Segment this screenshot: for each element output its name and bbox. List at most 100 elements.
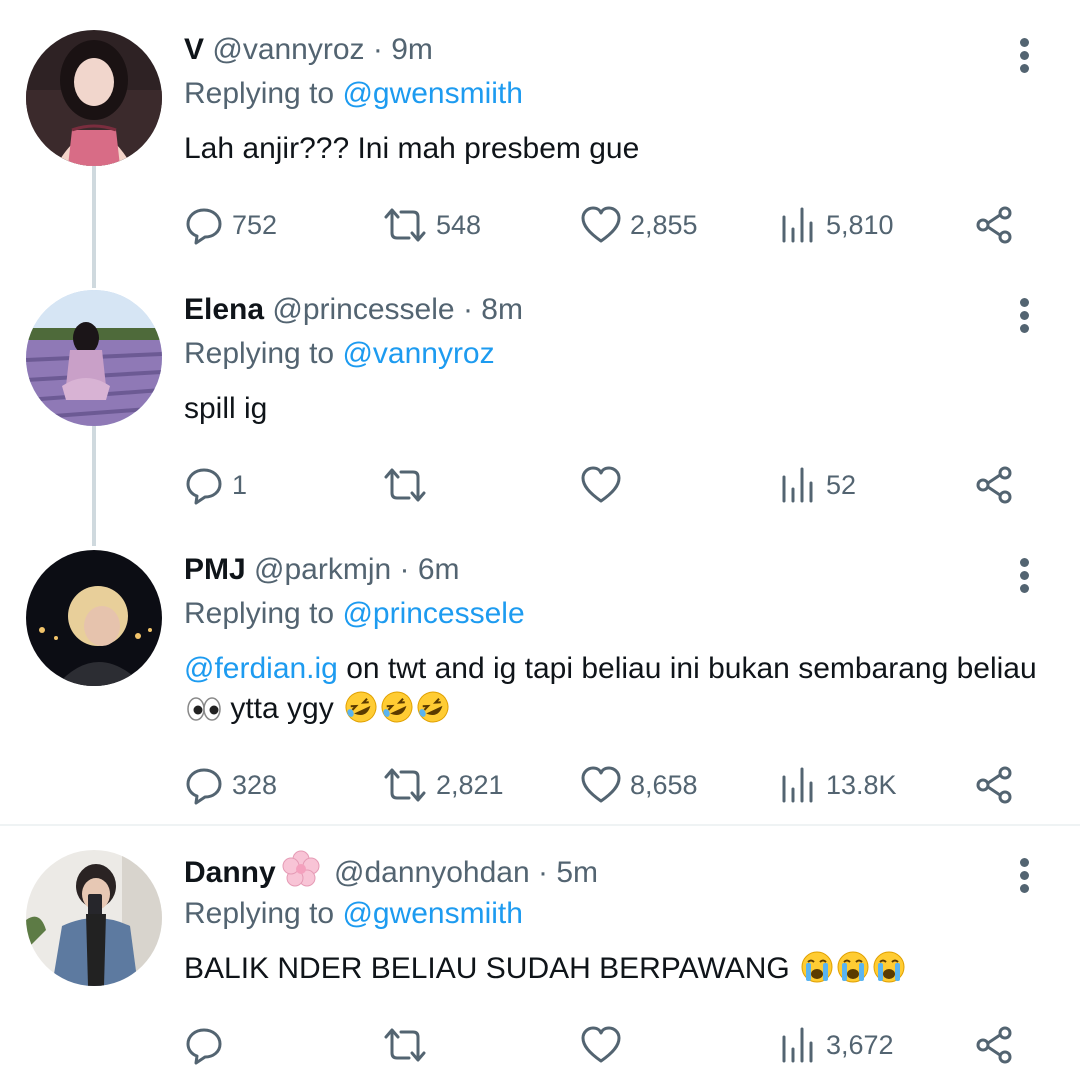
avatar[interactable]	[26, 290, 162, 426]
display-name[interactable]: PMJ	[184, 553, 246, 586]
tweet-text: spill ig	[184, 389, 1044, 429]
retweet-icon	[384, 208, 426, 242]
replying-to-mention[interactable]: @gwensmiith	[342, 897, 523, 930]
separator: ·	[462, 293, 473, 326]
retweet-button[interactable]: 548	[382, 200, 481, 250]
reply-button[interactable]: 1	[184, 460, 247, 510]
retweet-button[interactable]: 2,821	[382, 760, 504, 810]
share-button[interactable]	[974, 760, 1014, 810]
replying-to-label: Replying to	[184, 597, 335, 630]
share-icon	[976, 206, 1012, 244]
like-count: 2,855	[630, 209, 698, 240]
user-handle[interactable]: @princessele	[272, 293, 454, 326]
tweet-divider	[0, 824, 1080, 826]
views-icon	[782, 207, 813, 243]
user-handle[interactable]: @vannyroz	[212, 33, 364, 66]
tweet-header: Danny @dannyohdan · 5m	[184, 850, 598, 899]
replying-to-mention[interactable]: @vannyroz	[342, 337, 494, 370]
user-handle[interactable]: @dannyohdan	[334, 856, 530, 889]
reply-button[interactable]	[184, 1020, 232, 1070]
views-icon	[782, 767, 813, 803]
reply-icon	[186, 768, 222, 805]
tweet-actions: 1 52	[184, 460, 1044, 510]
separator: ·	[372, 33, 383, 66]
share-button[interactable]	[974, 1020, 1014, 1070]
like-button[interactable]: 8,658	[580, 760, 698, 810]
reply-icon	[186, 1028, 222, 1065]
display-name[interactable]: V	[184, 33, 204, 66]
share-icon	[976, 1026, 1012, 1064]
tweet-text: @ferdian.ig on twt and ig tapi beliau in…	[184, 649, 1044, 735]
more-options-icon[interactable]	[1010, 556, 1038, 596]
tweet-text-part: ytta ygy	[222, 692, 343, 725]
timestamp[interactable]: 8m	[481, 293, 523, 326]
tweet-header: Elena @princessele · 8m	[184, 290, 523, 330]
retweet-icon	[384, 1028, 426, 1062]
replying-to: Replying to @vannyroz	[184, 334, 495, 374]
like-button[interactable]	[580, 1020, 630, 1070]
retweet-count: 2,821	[436, 769, 504, 800]
heart-icon	[581, 1026, 621, 1063]
more-options-icon[interactable]	[1010, 296, 1038, 336]
view-count: 13.8K	[826, 769, 897, 800]
rolling-laughing-emoji	[380, 690, 414, 735]
tweet-actions: 3,672	[184, 1020, 1044, 1070]
views-button[interactable]: 5,810	[778, 200, 894, 250]
views-button[interactable]: 3,672	[778, 1020, 894, 1070]
view-count: 5,810	[826, 209, 894, 240]
avatar[interactable]	[26, 30, 162, 166]
tweet-header: V @vannyroz · 9m	[184, 30, 433, 70]
tweet-text-part: BALIK NDER BELIAU SUDAH BERPAWANG	[184, 952, 799, 985]
reply-count: 752	[232, 209, 278, 240]
cherry-blossom-emoji	[282, 850, 320, 899]
reply-button[interactable]: 328	[184, 760, 277, 810]
user-handle[interactable]: @parkmjn	[254, 553, 391, 586]
share-icon	[976, 466, 1012, 504]
display-name[interactable]: Danny	[184, 856, 276, 889]
replying-to-label: Replying to	[184, 77, 335, 110]
display-name[interactable]: Elena	[184, 293, 264, 326]
retweet-button[interactable]	[382, 1020, 436, 1070]
avatar[interactable]	[26, 850, 162, 986]
timestamp[interactable]: 6m	[418, 553, 460, 586]
share-button[interactable]	[974, 460, 1014, 510]
share-button[interactable]	[974, 200, 1014, 250]
heart-icon	[581, 466, 621, 503]
reply-count: 1	[232, 469, 248, 500]
views-button[interactable]: 52	[778, 460, 856, 510]
timestamp[interactable]: 9m	[391, 33, 433, 66]
timestamp[interactable]: 5m	[556, 856, 598, 889]
retweet-icon	[384, 768, 426, 802]
tweet[interactable]: Elena @princessele · 8m Replying to @van…	[0, 290, 1080, 520]
replying-to-label: Replying to	[184, 897, 335, 930]
text-mention[interactable]: @ferdian.ig	[184, 652, 338, 685]
replying-to-mention[interactable]: @gwensmiith	[342, 77, 523, 110]
tweet-actions: 328 2,821 8,658 13.8K	[184, 760, 1044, 810]
retweet-count: 548	[436, 209, 482, 240]
more-options-icon[interactable]	[1010, 856, 1038, 896]
view-count: 52	[826, 469, 857, 500]
tweet[interactable]: V @vannyroz · 9m Replying to @gwensmiith…	[0, 30, 1080, 260]
like-button[interactable]	[580, 460, 630, 510]
more-options-icon[interactable]	[1010, 36, 1038, 76]
tweet[interactable]: Danny @dannyohdan · 5m Replying to @gwen…	[0, 850, 1080, 1080]
tweet[interactable]: PMJ @parkmjn · 6m Replying to @princesse…	[0, 550, 1080, 820]
views-button[interactable]: 13.8K	[778, 760, 897, 810]
rolling-laughing-emoji	[344, 690, 378, 735]
heart-icon	[581, 206, 621, 243]
replying-to: Replying to @gwensmiith	[184, 894, 523, 934]
share-icon	[976, 766, 1012, 804]
tweet-text: Lah anjir??? Ini mah presbem gue	[184, 129, 1044, 169]
avatar[interactable]	[26, 550, 162, 686]
reply-icon	[186, 208, 222, 245]
like-button[interactable]: 2,855	[580, 200, 698, 250]
replying-to-mention[interactable]: @princessele	[342, 597, 524, 630]
view-count: 3,672	[826, 1029, 894, 1060]
separator: ·	[399, 553, 410, 586]
replying-to: Replying to @princessele	[184, 594, 525, 634]
rolling-laughing-emoji	[416, 690, 450, 735]
replying-to: Replying to @gwensmiith	[184, 74, 523, 114]
crying-emoji	[836, 950, 870, 995]
reply-button[interactable]: 752	[184, 200, 277, 250]
retweet-button[interactable]	[382, 460, 436, 510]
